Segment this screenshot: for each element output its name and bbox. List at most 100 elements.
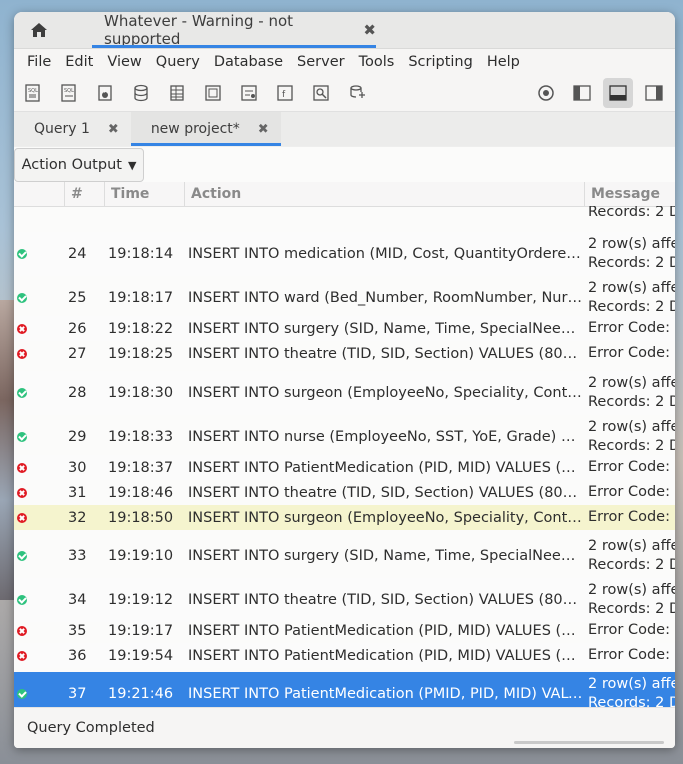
row-message: Records: 2 Du bbox=[583, 206, 675, 222]
row-number: 34 bbox=[68, 592, 87, 608]
app-window: Whatever - Warning - not supported ✖ Fil… bbox=[14, 12, 675, 748]
menu-edit[interactable]: Edit bbox=[58, 54, 100, 70]
table-row[interactable]: 35 19:19:17 INSERT INTO PatientMedication … bbox=[14, 618, 675, 643]
output-type-dropdown[interactable]: Action Output ▼ bbox=[14, 148, 144, 182]
row-action: INSERT INTO PatientMedication (PID, MID)… bbox=[188, 647, 583, 664]
close-connection-tab-icon[interactable]: ✖ bbox=[363, 21, 376, 39]
row-time: 19:18:46 bbox=[108, 484, 174, 501]
table-row[interactable]: 28 19:18:30 INSERT INTO surgeon (EmployeeN… bbox=[14, 371, 675, 415]
toggle-output-panel-icon[interactable] bbox=[603, 78, 633, 108]
table-row[interactable]: 30 19:18:37 INSERT INTO PatientMedication … bbox=[14, 455, 675, 480]
row-number: 27 bbox=[68, 345, 87, 362]
table-row[interactable]: 31 19:18:46 INSERT INTO theatre (TID, SID,… bbox=[14, 480, 675, 505]
table-row[interactable]: 32 19:18:50 INSERT INTO surgeon (EmployeeN… bbox=[14, 505, 675, 530]
create-function-icon[interactable]: f bbox=[270, 78, 300, 108]
status-bar: Query Completed bbox=[14, 707, 675, 748]
success-icon bbox=[17, 551, 27, 561]
table-row[interactable]: 33 19:19:10 INSERT INTO surgery (SID, Name… bbox=[14, 534, 675, 578]
row-message-line: Records: 2 Du bbox=[588, 557, 675, 573]
column-header-message[interactable]: Message bbox=[584, 182, 675, 206]
row-time: 19:18:50 bbox=[108, 509, 174, 526]
close-tab-icon[interactable]: ✖ bbox=[258, 122, 269, 137]
create-schema-icon[interactable] bbox=[126, 78, 156, 108]
table-row[interactable]: 26 19:18:22 INSERT INTO surgery (SID, Name… bbox=[14, 316, 675, 341]
home-button[interactable] bbox=[14, 12, 64, 48]
reconnect-icon[interactable] bbox=[342, 78, 372, 108]
table-row[interactable]: 34 19:19:12 INSERT INTO theatre (TID, SID,… bbox=[14, 578, 675, 622]
create-procedure-icon[interactable] bbox=[234, 78, 264, 108]
toggle-secondary-sidebar-icon[interactable] bbox=[639, 78, 669, 108]
row-number: 24 bbox=[68, 246, 87, 262]
row-action: INSERT INTO PatientMedication (PID, MID)… bbox=[188, 622, 583, 639]
menu-scripting[interactable]: Scripting bbox=[401, 54, 479, 70]
row-action: INSERT INTO surgery (SID, Name, Time, Sp… bbox=[188, 548, 583, 564]
row-time: 19:19:12 bbox=[108, 592, 174, 608]
row-action: INSERT INTO medication (MID, Cost, Quant… bbox=[188, 246, 583, 262]
table-row[interactable]: 27 19:18:25 INSERT INTO theatre (TID, SID,… bbox=[14, 341, 675, 366]
menu-view[interactable]: View bbox=[100, 54, 148, 70]
column-header-number[interactable]: # bbox=[64, 182, 104, 206]
success-icon bbox=[17, 432, 27, 442]
menu-database[interactable]: Database bbox=[207, 54, 290, 70]
tab-query-1[interactable]: Query 1 ✖ bbox=[14, 112, 131, 146]
success-icon bbox=[17, 388, 27, 398]
window-title: Whatever - Warning - not supported bbox=[104, 12, 294, 48]
status-cell bbox=[14, 323, 64, 334]
row-message: 2 row(s) affec Records: 2 Du bbox=[583, 675, 675, 708]
row-message-line: Records: 2 Du bbox=[588, 601, 675, 617]
row-action: INSERT INTO surgeon (EmployeeNo, Special… bbox=[188, 385, 583, 401]
menu-file[interactable]: File bbox=[20, 54, 58, 70]
new-sql-tab-icon[interactable]: SQL bbox=[18, 78, 48, 108]
row-action: INSERT INTO theatre (TID, SID, Section) … bbox=[188, 345, 583, 362]
row-message: 2 row(s) affec Records: 2 Du bbox=[583, 235, 675, 273]
connection-tab[interactable]: Whatever - Warning - not supported ✖ bbox=[92, 12, 376, 48]
close-tab-icon[interactable]: ✖ bbox=[108, 122, 119, 137]
row-message: 2 row(s) affec Records: 2 Du bbox=[583, 418, 675, 456]
table-row[interactable]: 37 19:21:46 INSERT INTO PatientMedication … bbox=[14, 672, 675, 708]
toolbar: SQL SQL i f bbox=[14, 75, 675, 112]
row-time: 19:18:30 bbox=[108, 385, 174, 401]
menu-help[interactable]: Help bbox=[480, 54, 527, 70]
status-column-header[interactable] bbox=[14, 182, 64, 206]
settings-icon[interactable] bbox=[531, 78, 561, 108]
create-view-icon[interactable] bbox=[198, 78, 228, 108]
menu-tools[interactable]: Tools bbox=[352, 54, 402, 70]
row-message-line: 2 row(s) affec bbox=[588, 280, 675, 296]
svg-text:SQL: SQL bbox=[64, 88, 74, 94]
row-message-line: 2 row(s) affec bbox=[588, 582, 675, 598]
status-cell bbox=[14, 293, 64, 303]
open-sql-script-icon[interactable]: i bbox=[90, 78, 120, 108]
menu-bar: File Edit View Query Database Server Tools Scri… bbox=[14, 49, 675, 75]
table-row[interactable]: 36 19:19:54 INSERT INTO PatientMedication … bbox=[14, 643, 675, 668]
tab-new-project[interactable]: new project* ✖ bbox=[130, 112, 281, 146]
status-cell bbox=[14, 432, 64, 442]
search-table-data-icon[interactable] bbox=[306, 78, 336, 108]
table-row[interactable]: 25 19:18:17 INSERT INTO ward (Bed_Number, … bbox=[14, 276, 675, 320]
row-message: Error Code: 1 bbox=[583, 508, 675, 527]
table-row[interactable]: 24 19:18:14 INSERT INTO medication (MID, C… bbox=[14, 232, 675, 276]
column-header-time[interactable]: Time bbox=[104, 182, 184, 206]
open-sql-file-icon[interactable]: SQL bbox=[54, 78, 84, 108]
row-message-line: 2 row(s) affec bbox=[588, 538, 675, 554]
horizontal-scrollbar[interactable] bbox=[514, 741, 664, 744]
row-action: INSERT INTO ward (Bed_Number, RoomNumber… bbox=[188, 290, 583, 306]
row-message-line: Error Code: 14 bbox=[588, 345, 675, 361]
error-icon bbox=[17, 625, 27, 636]
menu-server[interactable]: Server bbox=[290, 54, 352, 70]
toggle-sidebar-icon[interactable] bbox=[567, 78, 597, 108]
row-action: INSERT INTO surgery (SID, Name, Time, Sp… bbox=[188, 320, 583, 337]
table-row[interactable]: Records: 2 Du bbox=[14, 206, 675, 224]
row-message: Error Code: 14 bbox=[583, 319, 675, 338]
row-time: 19:18:25 bbox=[108, 345, 174, 362]
row-message-line: 2 row(s) affec bbox=[588, 419, 675, 435]
create-table-icon[interactable] bbox=[162, 78, 192, 108]
row-action: INSERT INTO PatientMedication (PMID, PID… bbox=[188, 686, 583, 702]
column-header-action[interactable]: Action bbox=[184, 182, 584, 206]
menu-query[interactable]: Query bbox=[149, 54, 207, 70]
row-message: Error Code: 1 bbox=[583, 483, 675, 502]
error-icon bbox=[17, 512, 27, 523]
row-number: 26 bbox=[68, 320, 87, 337]
row-action: INSERT INTO PatientMedication (PID, MID)… bbox=[188, 459, 583, 476]
table-row[interactable]: 29 19:18:33 INSERT INTO nurse (EmployeeNo,… bbox=[14, 415, 675, 459]
row-message-line: Error Code: 1 bbox=[588, 509, 675, 525]
